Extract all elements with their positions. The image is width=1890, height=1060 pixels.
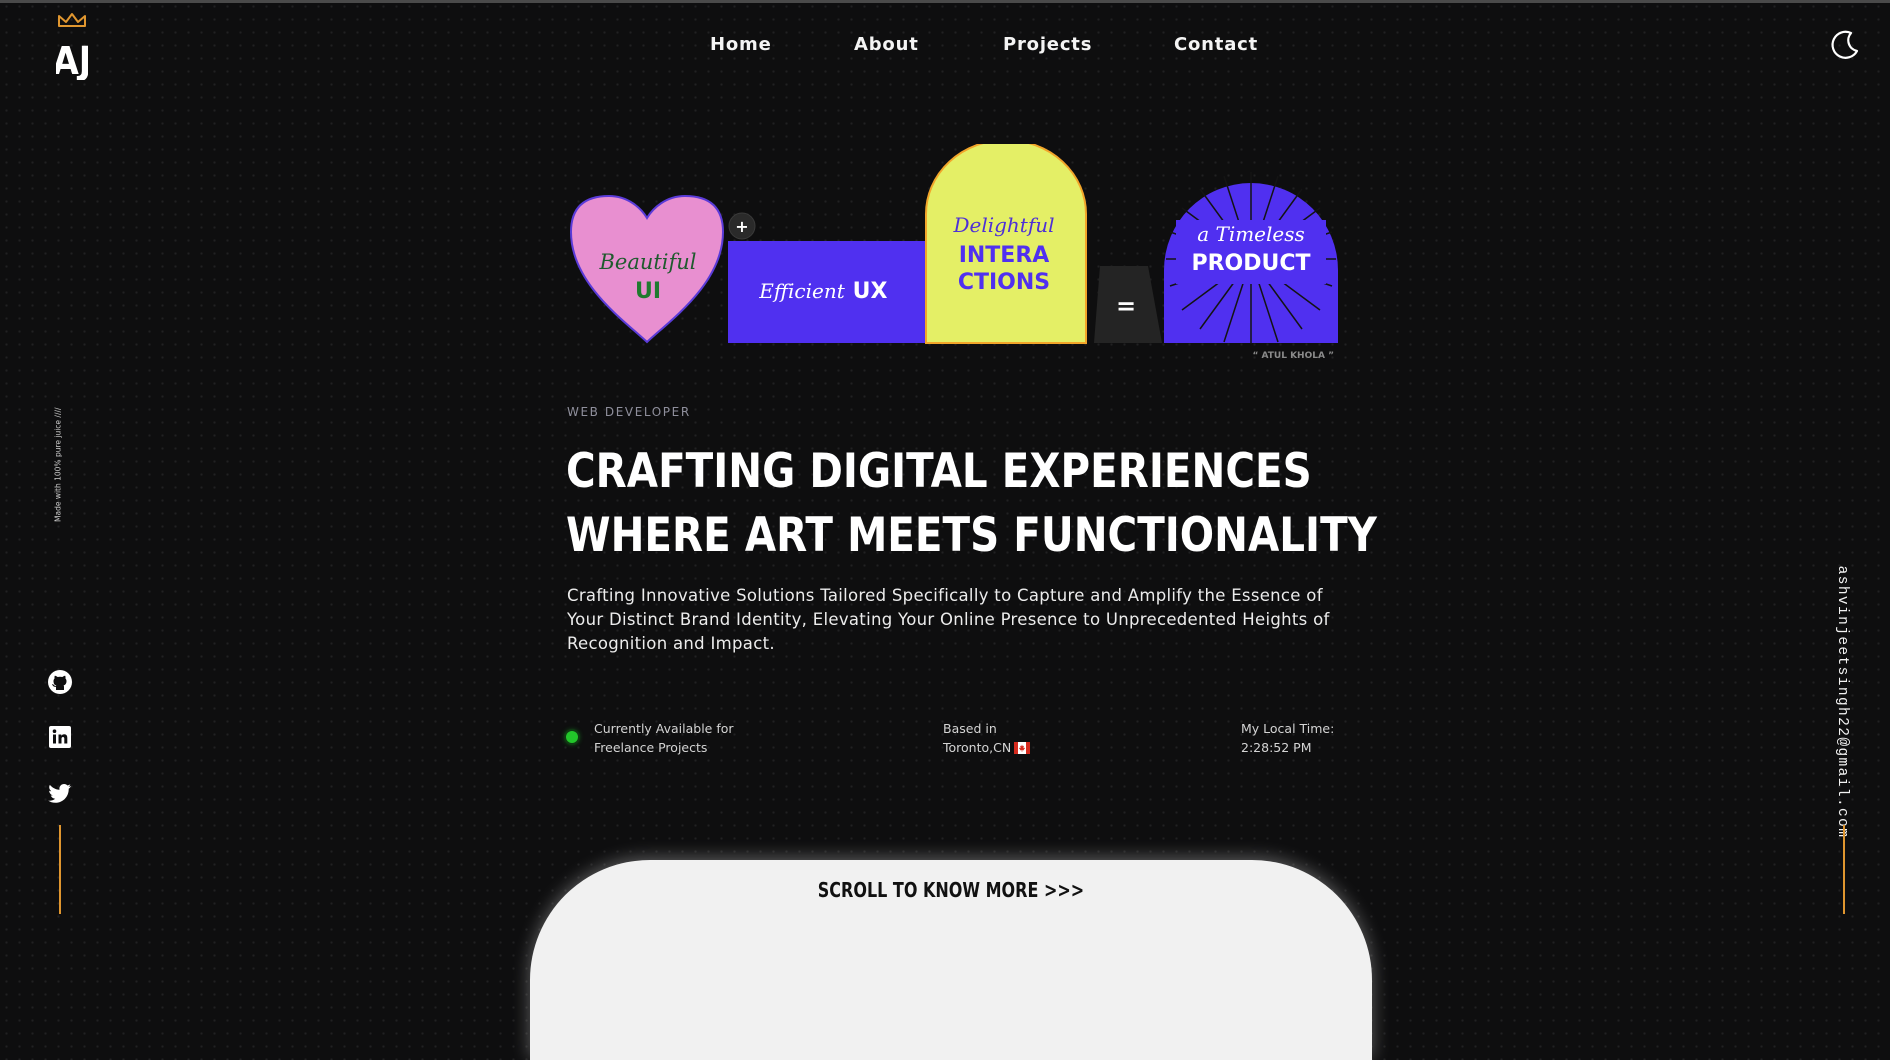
crown-icon [58,13,86,27]
main-nav: Home About Projects Contact [0,30,1890,60]
headline-line-2: WHERE ART MEETS FUNCTIONALITY [566,508,1377,563]
hero-graphic: Beautiful UI + Efficient UX Delightful I… [566,144,1338,364]
availability-status-dot [566,731,578,743]
time-value: 2:28:52 PM [1241,740,1312,755]
canada-flag-icon [1014,742,1031,754]
location-info: Based in Toronto,CN [943,719,1031,757]
product-bold: PRODUCT [1191,251,1310,276]
quote-credit: “ ATUL KHOLA ” [1252,351,1334,361]
interactions-bold-1: INTERA [959,243,1050,268]
headline-line-1: CRAFTING DIGITAL EXPERIENCES [566,444,1312,499]
product-script: a Timeless [1197,222,1305,246]
top-border [0,0,1890,3]
time-label: My Local Time: [1241,721,1335,736]
nav-home[interactable]: Home [710,30,772,60]
role-eyebrow: WEB DEVELOPER [567,405,691,419]
availability-info: Currently Available for Freelance Projec… [594,719,734,757]
local-time-info: My Local Time: 2:28:52 PM [1241,719,1334,757]
ux-bold: UX [853,279,888,304]
ux-card: Efficient UX [728,241,928,343]
hero-headline: CRAFTING DIGITAL EXPERIENCES WHERE ART M… [566,440,1377,568]
location-label: Based in [943,721,997,736]
nav-about[interactable]: About [854,30,919,60]
heart-script: Beautiful [598,250,696,274]
twitter-icon[interactable] [47,780,73,806]
availability-line-2: Freelance Projects [594,740,708,755]
equals-card: = [1094,266,1162,343]
heart-card: Beautiful UI [569,194,725,344]
made-with-text: Made with 100% pure juice //// [53,407,63,522]
made-with-note: Made with 100% pure juice //// [44,407,72,522]
location-value: Toronto,CN [943,740,1012,755]
left-accent-line [59,825,61,914]
nav-projects[interactable]: Projects [1003,30,1092,60]
interactions-bold-2: CTIONS [958,270,1050,295]
github-icon[interactable] [47,669,73,695]
interactions-script: Delightful [952,213,1054,237]
email-link[interactable]: ashvinjeetsingh22@gmail.com [1830,566,1854,839]
interactions-card: Delightful INTERA CTIONS [925,144,1087,344]
hero-description: Crafting Innovative Solutions Tailored S… [567,586,1330,653]
nav-contact[interactable]: Contact [1174,30,1258,60]
email-text: ashvinjeetsingh22@gmail.com [1834,565,1850,839]
moon-icon[interactable] [1829,29,1861,61]
heart-bold: UI [635,279,661,304]
availability-line-1: Currently Available for [594,721,734,736]
equals-sign: = [1116,292,1136,320]
location-row: Toronto,CN [943,738,1031,757]
scroll-prompt-label: SCROLL TO KNOW MORE >>> [817,878,1085,902]
linkedin-icon[interactable] [47,724,73,750]
plus-badge: + [728,212,756,240]
ux-script: Efficient [758,279,845,303]
product-card: a Timeless PRODUCT [1164,172,1338,344]
scroll-prompt-card[interactable]: SCROLL TO KNOW MORE >>> [530,860,1372,1060]
plus-sign: + [735,217,748,236]
right-accent-line [1843,825,1845,914]
